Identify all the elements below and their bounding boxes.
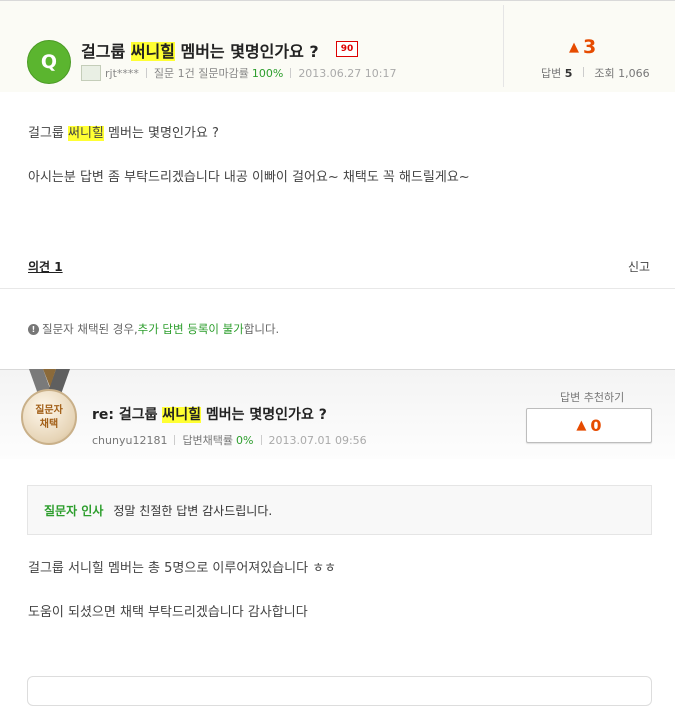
question-author[interactable]: rjt**** bbox=[105, 67, 139, 80]
question-body-text: 걸그룹 bbox=[28, 126, 69, 141]
recommend-count: 0 bbox=[590, 416, 602, 435]
adopted-medal-icon: 질문자 채택 bbox=[21, 389, 77, 445]
greeting-text: 정말 친절한 답변 감사드립니다. bbox=[113, 503, 273, 518]
question-icon: Q bbox=[27, 40, 71, 84]
question-title-text-end: 멤버는 몇명인가요 ? bbox=[174, 42, 319, 61]
header-divider bbox=[503, 5, 504, 87]
next-section-box bbox=[27, 676, 652, 706]
notice-text-end: 합니다. bbox=[243, 322, 280, 336]
question-title-text: 걸그룹 bbox=[81, 42, 131, 61]
answer-title-text: re: 걸그룹 bbox=[92, 407, 163, 423]
question-stats: 답변 5 조회 1,066 bbox=[541, 65, 650, 81]
question-like-button[interactable]: ▲ 3 bbox=[569, 36, 596, 58]
thumbs-up-icon: ▲ bbox=[576, 418, 587, 433]
exclamation-icon: ! bbox=[28, 323, 39, 335]
report-link[interactable]: 신고 bbox=[628, 258, 650, 275]
divider bbox=[174, 435, 176, 445]
answer-title-highlight: 써니힐 bbox=[162, 407, 202, 423]
recommend-label: 답변 추천하기 bbox=[560, 391, 625, 404]
answers-count: 5 bbox=[564, 67, 573, 80]
views-count: 1,066 bbox=[618, 67, 650, 80]
question-title-highlight: 써니힐 bbox=[130, 42, 175, 61]
divider bbox=[260, 435, 262, 445]
question-title: 걸그룹 써니힐 멤버는 몇명인가요 ? bbox=[81, 38, 319, 62]
question-close-rate: 100% bbox=[251, 66, 284, 80]
divider bbox=[0, 288, 675, 289]
adopt-rate: 0% bbox=[236, 433, 254, 447]
user-avatar-icon bbox=[81, 65, 101, 81]
notice-highlight: 추가 답변 등록이 불가 bbox=[137, 322, 244, 336]
medal-line2: 채택 bbox=[39, 419, 59, 430]
answer-body-line: 도움이 되셨으면 채택 부탁드리겠습니다 감사합니다 bbox=[28, 605, 308, 620]
divider bbox=[582, 67, 584, 77]
answers-label: 답변 bbox=[541, 67, 562, 80]
medal-line1: 질문자 bbox=[35, 405, 63, 416]
answer-datetime: 2013.07.01 09:56 bbox=[268, 433, 367, 447]
questioner-greeting-box: 질문자 인사 정말 친절한 답변 감사드립니다. bbox=[27, 485, 652, 535]
adopted-notice: ! 질문자 채택된 경우, 추가 답변 등록이 불가 합니다. bbox=[28, 321, 279, 337]
views-label: 조회 bbox=[594, 67, 615, 80]
adopt-rate-label: 답변채택률 bbox=[182, 434, 234, 447]
divider bbox=[290, 68, 292, 78]
question-datetime: 2013.06.27 10:17 bbox=[298, 66, 397, 80]
comments-toggle[interactable]: 의견 1 bbox=[28, 258, 63, 275]
point-badge: 90 bbox=[336, 41, 358, 57]
answer-meta: chunyu12181 답변채택률 0% 2013.07.01 09:56 bbox=[92, 432, 367, 448]
question-like-count: 3 bbox=[583, 36, 597, 58]
answer-title: re: 걸그룹 써니힐 멤버는 몇명인가요 ? bbox=[92, 404, 327, 424]
question-body-line: 걸그룹 써니힐 멤버는 몇명인가요 ? bbox=[28, 122, 219, 141]
question-body-text-end: 멤버는 몇명인가요 ? bbox=[103, 126, 219, 141]
question-stat-label: 질문 1건 질문마감률 bbox=[153, 67, 249, 80]
question-body-line: 아시는분 답변 좀 부탁드리겠습니다 내공 이빠이 걸어요~ 채택도 꼭 해드릴… bbox=[28, 170, 470, 185]
question-meta: rjt**** 질문 1건 질문마감률 100% 2013.06.27 10:1… bbox=[81, 65, 397, 81]
greeting-label: 질문자 인사 bbox=[44, 503, 104, 518]
answer-body-line: 걸그룹 서니힐 멤버는 총 5명으로 이루어져있습니다 ㅎㅎ bbox=[28, 561, 337, 576]
question-body-highlight: 써니힐 bbox=[68, 126, 104, 141]
notice-text: 질문자 채택된 경우, bbox=[42, 322, 138, 336]
divider bbox=[145, 68, 147, 78]
answer-title-text-end: 멤버는 몇명인가요 ? bbox=[201, 407, 327, 423]
answer-author[interactable]: chunyu12181 bbox=[92, 434, 167, 447]
thumbs-up-icon: ▲ bbox=[569, 39, 579, 55]
recommend-button[interactable]: ▲ 0 bbox=[526, 408, 652, 443]
